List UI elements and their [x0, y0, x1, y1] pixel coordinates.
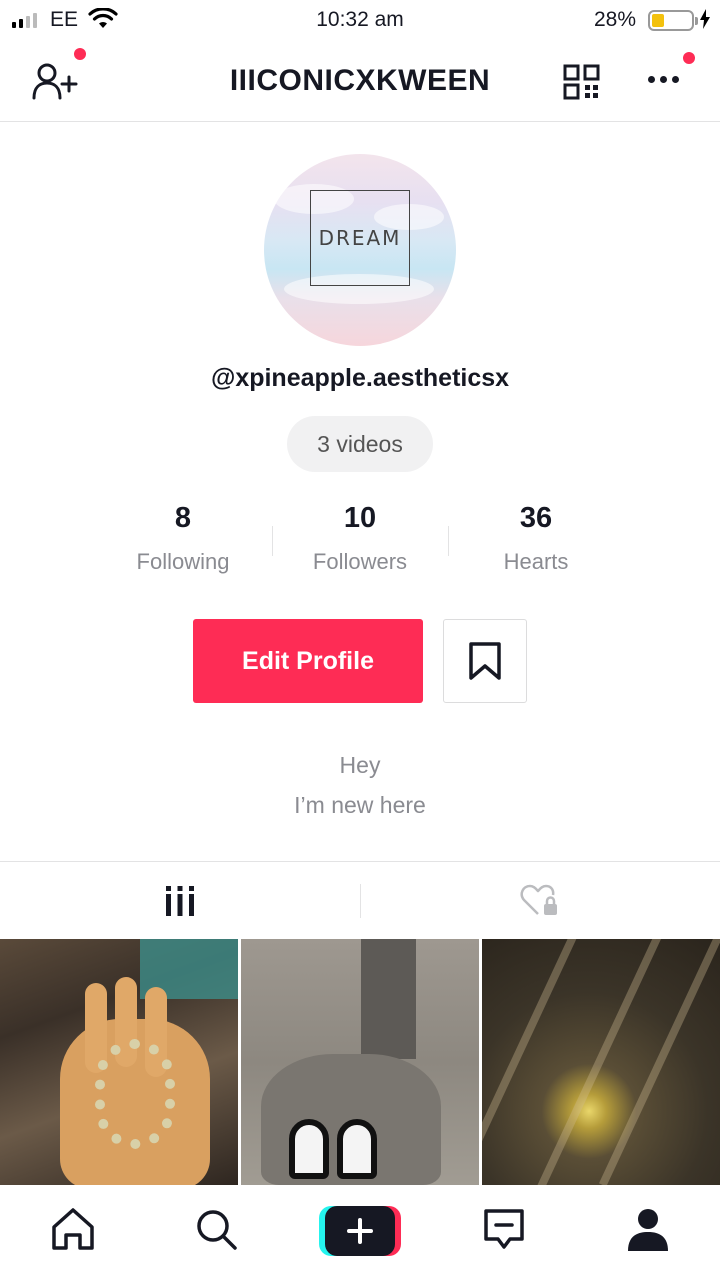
avatar[interactable]: DREAM [264, 154, 456, 346]
videos-count-badge[interactable]: 3 videos [287, 416, 433, 472]
stat-label: Hearts [503, 549, 569, 574]
avatar-text: DREAM [318, 226, 402, 250]
inbox-icon[interactable] [482, 1207, 526, 1251]
profile-header: IIICONICXKWEEN [0, 40, 720, 122]
tab-videos[interactable] [0, 862, 360, 940]
avatar-frame: DREAM [310, 190, 410, 286]
stat-followers[interactable]: 10 Followers [270, 502, 450, 575]
bio-line: Hey [339, 752, 381, 778]
charging-bolt-icon [700, 9, 710, 29]
create-button[interactable] [319, 1206, 401, 1256]
video-grid-icon [166, 886, 194, 916]
more-options-notification-dot [683, 52, 695, 64]
stat-following[interactable]: 8 Following [93, 502, 273, 575]
content-tabs [0, 861, 720, 939]
video-grid [0, 939, 720, 1185]
stat-value: 8 [174, 502, 192, 534]
add-friend-notification-dot [74, 48, 86, 60]
profile-icon[interactable] [626, 1207, 670, 1253]
video-thumbnail[interactable] [241, 939, 479, 1185]
bookmark-icon [469, 642, 501, 680]
page-title: IIICONICXKWEEN [229, 64, 491, 97]
video-thumbnail[interactable] [482, 939, 720, 1185]
home-icon[interactable] [50, 1207, 96, 1251]
stat-value: 10 [343, 502, 377, 534]
battery-percentage: 28% [593, 8, 636, 31]
favorites-button[interactable] [443, 619, 527, 703]
bottom-navigation [0, 1185, 720, 1280]
username: @xpineapple.aestheticsx [210, 364, 510, 392]
stat-label: Following [136, 549, 230, 574]
search-icon[interactable] [194, 1207, 238, 1251]
tab-liked[interactable] [360, 862, 720, 940]
bio-line: I’m new here [294, 792, 426, 818]
stat-label: Followers [312, 549, 408, 574]
more-options-icon[interactable] [648, 76, 679, 83]
qr-code-icon[interactable] [563, 64, 601, 100]
create-plus-icon [347, 1218, 373, 1244]
stat-value: 36 [519, 502, 553, 534]
battery-icon [648, 10, 698, 31]
liked-private-icon [520, 884, 557, 915]
video-thumbnail[interactable] [0, 939, 238, 1185]
status-bar: EE 10:32 am 28% [0, 0, 720, 40]
edit-profile-button[interactable]: Edit Profile [193, 619, 423, 703]
stat-hearts[interactable]: 36 Hearts [446, 502, 626, 575]
